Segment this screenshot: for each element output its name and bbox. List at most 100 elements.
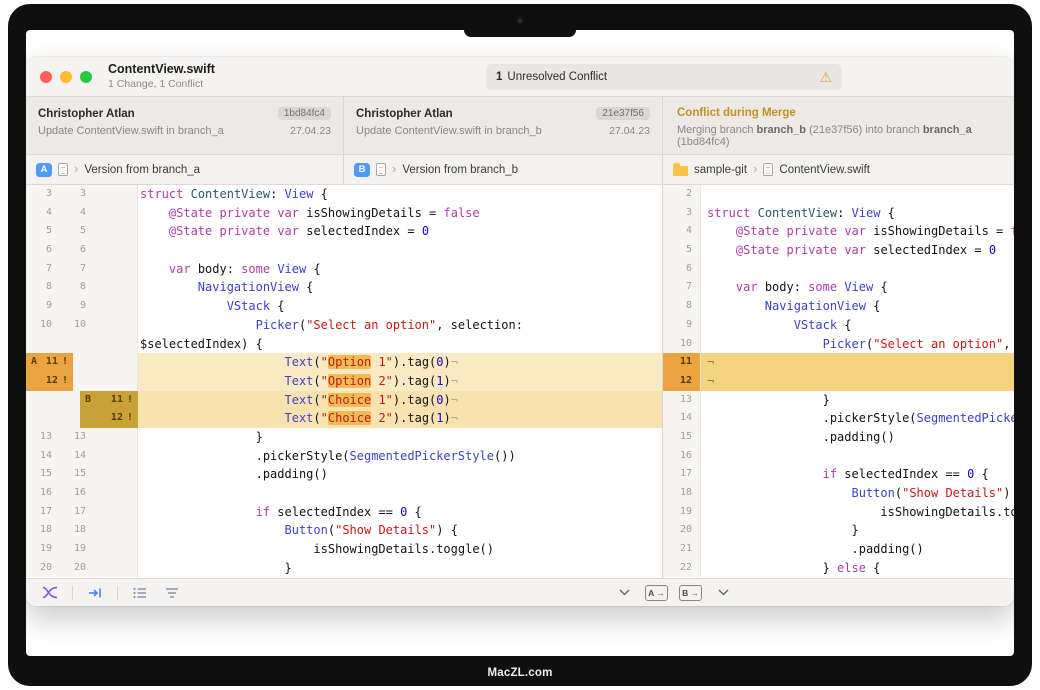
line-number: 17 <box>60 503 94 522</box>
code-row: 16 <box>663 447 1014 466</box>
version-a-label: Version from branch_a <box>84 164 200 176</box>
line-gutter: 2020 <box>26 559 138 578</box>
code-row: 14 .pickerStyle(SegmentedPickerStyle()) <box>663 409 1014 428</box>
line-number: 18 <box>60 521 94 540</box>
arrow-right-icon: → <box>690 588 699 598</box>
line-number: 18 <box>26 521 60 540</box>
line-gutter: 88 <box>26 278 138 297</box>
document-icon <box>376 163 386 176</box>
code-row: 55 @State private var selectedIndex = 0 <box>26 222 662 241</box>
title-block: ContentView.swift 1 Change, 1 Conflict <box>108 62 215 90</box>
line-number: 19 <box>26 540 60 559</box>
close-button[interactable] <box>40 71 52 83</box>
code-line: var body: some View { <box>701 278 1014 297</box>
warning-icon: ⚠ <box>819 70 832 84</box>
code-line <box>138 484 662 503</box>
commit-b-message: Update ContentView.swift in branch_b <box>356 125 542 137</box>
use-version-b-button[interactable]: B→ <box>679 585 702 601</box>
output-chevron-icon[interactable] <box>713 583 733 603</box>
unresolved-conflict-badge[interactable]: 1 Unresolved Conflict ⚠ <box>486 64 842 90</box>
code-row: 12! Text("Choice 2").tag(1)¬ <box>26 409 662 428</box>
toolbar-right-group: A→ B→ <box>614 579 733 606</box>
conflict-marker-a[interactable]: A11! <box>26 353 73 372</box>
line-number: 8 <box>663 297 701 316</box>
breadcrumb-output-file[interactable]: sample-git › ContentView.swift <box>663 155 1014 184</box>
code-line: NavigationView { <box>138 278 662 297</box>
commit-header: Christopher Atlan 1bd84fc4 Update Conten… <box>26 97 1014 155</box>
line-gutter: 99 <box>26 297 138 316</box>
version-b-label: Version from branch_b <box>402 164 518 176</box>
document-subtitle: 1 Change, 1 Conflict <box>108 78 215 90</box>
commit-b-author: Christopher Atlan <box>356 108 453 120</box>
merged-source-pane[interactable]: 33struct ContentView: View {44 @State pr… <box>26 185 663 578</box>
code-line: Text("Option 2").tag(1)¬ <box>138 372 662 391</box>
code-line: Picker("Select an option", selection: <box>138 316 662 335</box>
document-icon <box>763 163 773 176</box>
line-gutter: 1010 <box>26 316 138 335</box>
code-line: Button("Show Details") { <box>138 521 662 540</box>
commit-a[interactable]: Christopher Atlan 1bd84fc4 Update Conten… <box>26 97 344 154</box>
line-gutter: 1414 <box>26 447 138 466</box>
use-b-label: B <box>682 588 688 598</box>
conflict-nav-chevron-icon[interactable] <box>614 583 634 603</box>
minimize-button[interactable] <box>60 71 72 83</box>
code-row: 15 .padding() <box>663 428 1014 447</box>
zoom-button[interactable] <box>80 71 92 83</box>
line-gutter: 77 <box>26 260 138 279</box>
badge-a: A <box>36 163 52 177</box>
breadcrumb-version-a[interactable]: A › Version from branch_a <box>26 155 344 184</box>
change-list-icon[interactable] <box>130 583 150 603</box>
code-row: 4 @State private var isShowingDetails = … <box>663 222 1014 241</box>
line-gutter: 66 <box>26 241 138 260</box>
code-line: } <box>138 559 662 578</box>
document-icon <box>58 163 68 176</box>
merge-info: Conflict during Merge Merging branch bra… <box>663 97 1014 154</box>
line-number: 17 <box>26 503 60 522</box>
line-gutter: 1717 <box>26 503 138 522</box>
code-line: } <box>701 521 1014 540</box>
line-number: 20 <box>663 521 701 540</box>
code-row: 22 } else { <box>663 559 1014 578</box>
toolbar-separator <box>117 586 118 600</box>
code-line: isShowingDetails.toggle() <box>138 540 662 559</box>
chevron-right-icon: › <box>753 162 757 175</box>
badge-b: B <box>354 163 370 177</box>
repo-name: sample-git <box>694 164 747 176</box>
line-number: 20 <box>60 559 94 578</box>
line-number: 7 <box>26 260 60 279</box>
output-file-pane[interactable]: 23struct ContentView: View {4 @State pri… <box>663 185 1014 578</box>
code-row: 10 Picker("Select an option", <box>663 335 1014 354</box>
line-gutter: 55 <box>26 222 138 241</box>
line-number: 10 <box>60 316 94 335</box>
line-number: 12 <box>663 372 701 391</box>
jump-to-change-icon[interactable] <box>85 583 105 603</box>
breadcrumb-version-b[interactable]: B › Version from branch_b <box>344 155 663 184</box>
line-number: 4 <box>26 204 60 223</box>
line-gutter: A11! <box>26 353 138 372</box>
line-number: 3 <box>60 185 94 204</box>
line-number: 2 <box>663 185 701 204</box>
code-row: A11! Text("Option 1").tag(0)¬ <box>26 353 662 372</box>
line-number: 9 <box>26 297 60 316</box>
conflict-marker-b[interactable]: 12! <box>80 409 138 428</box>
conflict-marker-a[interactable]: 12! <box>26 372 73 391</box>
code-line: ¬ <box>701 372 1014 391</box>
commit-b[interactable]: Christopher Atlan 21e37f56 Update Conten… <box>344 97 663 154</box>
file-merge-icon[interactable] <box>40 583 60 603</box>
app-window: ContentView.swift 1 Change, 1 Conflict 1… <box>26 57 1014 606</box>
line-number: 5 <box>663 241 701 260</box>
filter-list-icon[interactable] <box>162 583 182 603</box>
line-number: 7 <box>60 260 94 279</box>
conflict-marker-b[interactable]: B11! <box>80 391 138 410</box>
code-row: 13 } <box>663 391 1014 410</box>
use-version-a-button[interactable]: A→ <box>645 585 668 601</box>
code-line: .padding() <box>701 428 1014 447</box>
code-row: 99 VStack { <box>26 297 662 316</box>
line-gutter: 44 <box>26 204 138 223</box>
code-line: } else { <box>701 559 1014 578</box>
code-line: struct ContentView: View { <box>701 204 1014 223</box>
line-number: 22 <box>663 559 701 578</box>
line-number: 10 <box>663 335 701 354</box>
code-row: 8 NavigationView { <box>663 297 1014 316</box>
code-row: 9 VStack { <box>663 316 1014 335</box>
